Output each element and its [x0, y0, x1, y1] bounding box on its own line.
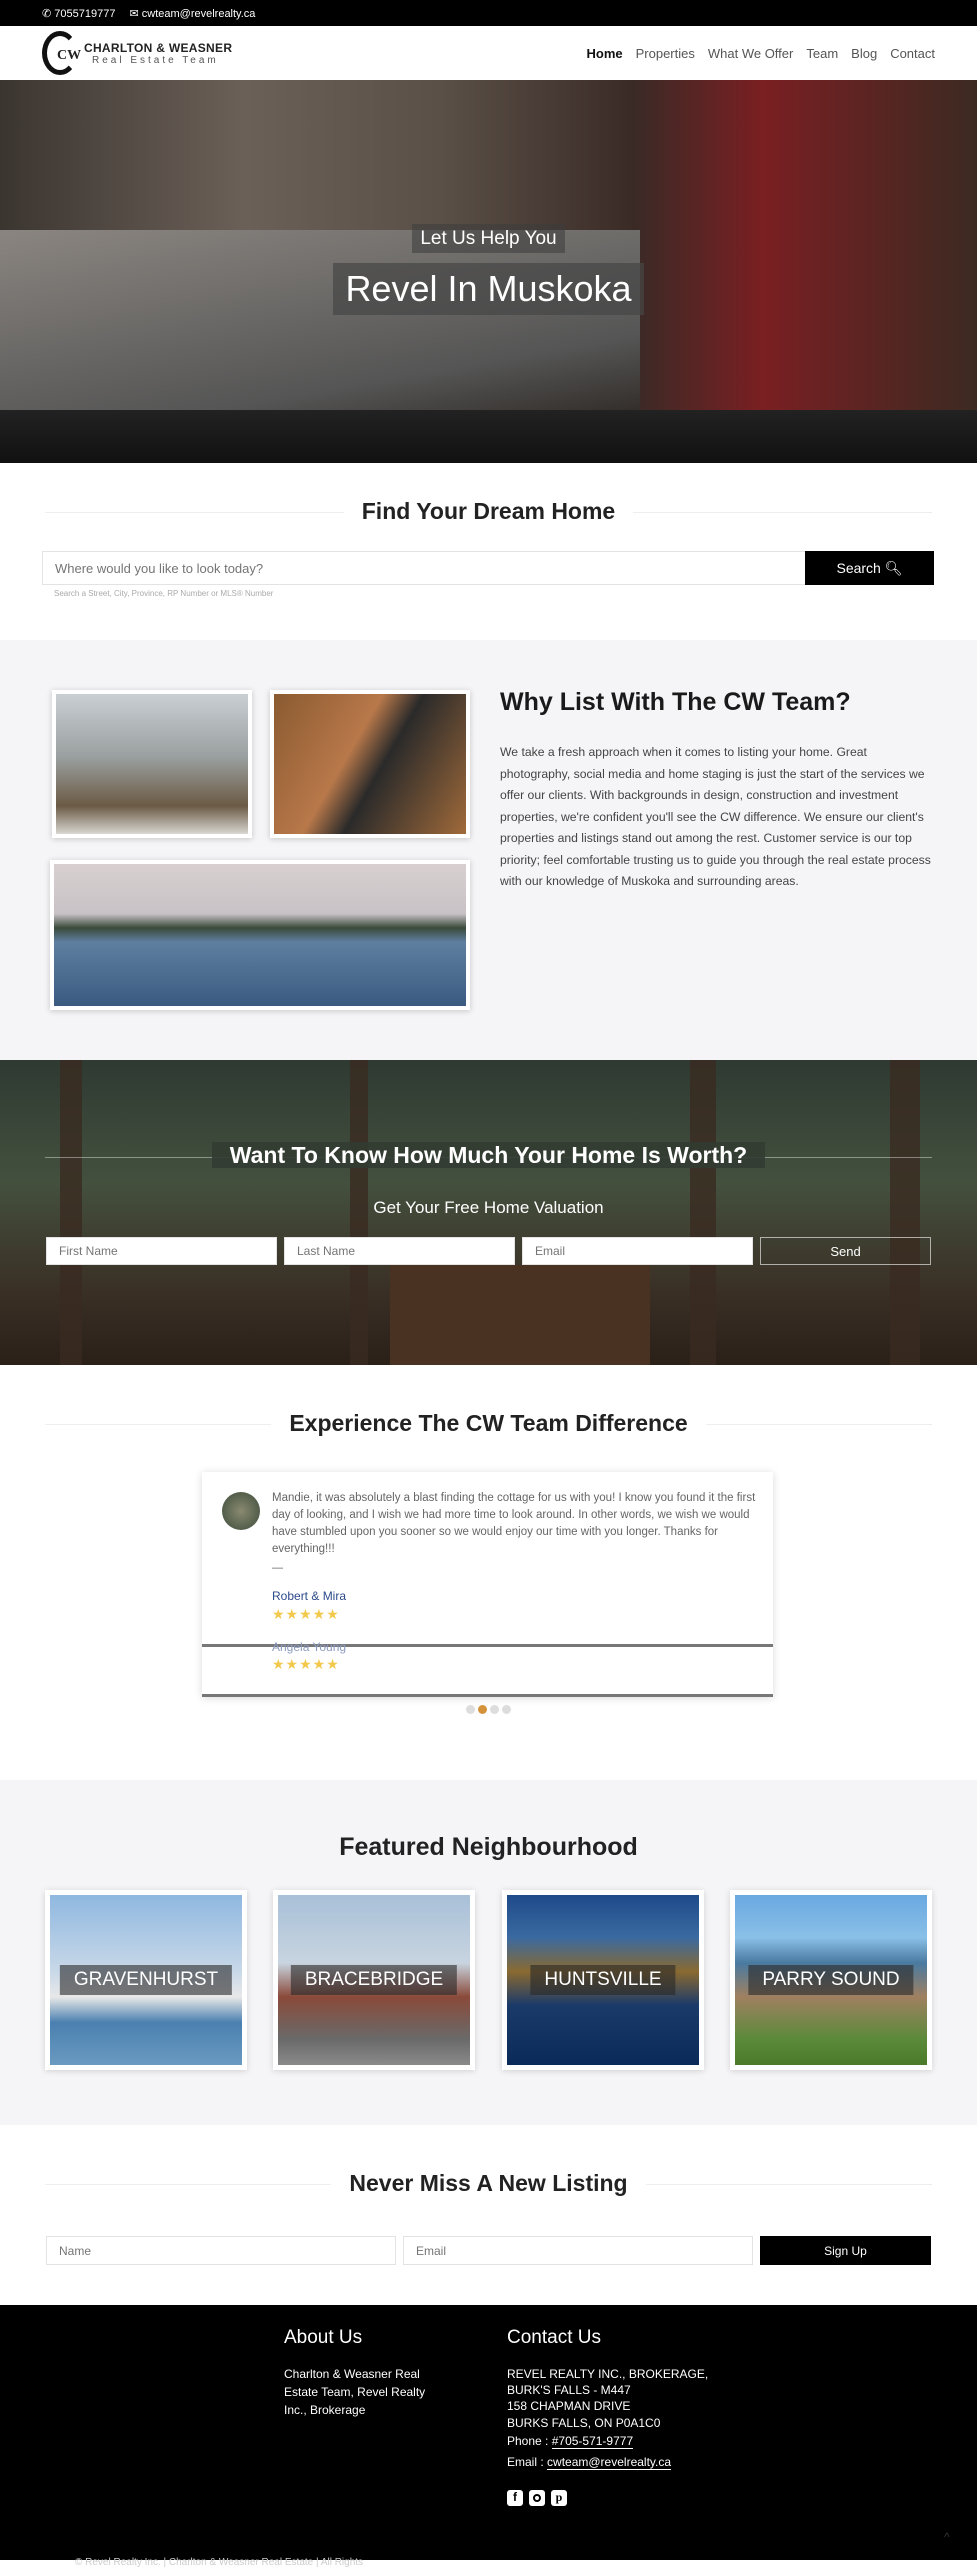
- send-button[interactable]: Send: [760, 1237, 931, 1265]
- hero-image-water: [0, 410, 977, 463]
- email-address[interactable]: cwteam@revelrealty.ca: [142, 8, 256, 20]
- carousel-dot[interactable]: [490, 1705, 499, 1714]
- cabin-decor: [390, 1265, 650, 1365]
- address-line: BURKS FALLS, ON P0A1C0: [507, 2415, 661, 2430]
- hero-banner: Let Us Help You Revel In Muskoka: [0, 80, 977, 463]
- footer: About Us Charlton & Weasner Real Estate …: [0, 2305, 977, 2568]
- nav-team[interactable]: Team: [806, 46, 838, 61]
- neighbourhood-card-bracebridge[interactable]: BRACEBRIDGE: [273, 1890, 475, 2070]
- testimonial-quote: Mandie, it was absolutely a blast findin…: [272, 1492, 756, 1555]
- hero-image-dock: [0, 230, 640, 430]
- neighbourhood-label: HUNTSVILLE: [530, 1965, 676, 1995]
- first-name-input[interactable]: [46, 1237, 277, 1265]
- logo-tagline: Real Estate Team: [92, 54, 219, 66]
- hero-subtitle: Let Us Help You: [412, 224, 565, 253]
- top-bar: ✆ 7055719777 ✉ cwteam@revelrealty.ca: [0, 0, 977, 26]
- search-hint: Search a Street, City, Province, RP Numb…: [54, 589, 274, 598]
- why-title: Why List With The CW Team?: [500, 688, 851, 716]
- nav-what-we-offer[interactable]: What We Offer: [708, 46, 794, 61]
- carousel-dot-active[interactable]: [478, 1705, 487, 1714]
- neighbourhood-card-gravenhurst[interactable]: GRAVENHURST: [45, 1890, 247, 2070]
- camera-photo: [270, 690, 470, 838]
- slide-divider: [202, 1694, 773, 1697]
- address-line: BURK'S FALLS - M447: [507, 2383, 631, 2398]
- why-body: We take a fresh approach when it comes t…: [500, 745, 931, 888]
- testimonial-card: Mandie, it was absolutely a blast findin…: [202, 1472, 773, 1697]
- testimonial-author: Robert & Mira: [272, 1589, 347, 1603]
- search-input[interactable]: [42, 551, 806, 585]
- drone-photo: [50, 860, 470, 1010]
- about-title: About Us: [284, 2327, 363, 2348]
- newsletter-email-input[interactable]: [403, 2236, 753, 2265]
- valuation-title: Want To Know How Much Your Home Is Worth…: [211, 1142, 766, 1168]
- valuation-subtitle: Get Your Free Home Valuation: [373, 1198, 604, 1217]
- hero-title: Revel In Muskoka: [333, 263, 644, 315]
- neighbourhood-card-huntsville[interactable]: HUNTSVILLE: [502, 1890, 704, 2070]
- neighbourhood-label: BRACEBRIDGE: [290, 1965, 458, 1995]
- about-text: Charlton & Weasner Real Estate Team, Rev…: [284, 2367, 426, 2417]
- facebook-icon[interactable]: f: [507, 2490, 523, 2506]
- email-label: Email :: [507, 2455, 544, 2469]
- main-nav: CW CHARLTON & WEASNER Real Estate Team Ho…: [0, 26, 977, 80]
- carousel-dot[interactable]: [466, 1705, 475, 1714]
- reviewer-avatar: [222, 1492, 260, 1530]
- newsletter-name-input[interactable]: [46, 2236, 396, 2265]
- address-line: 158 CHAPMAN DRIVE: [507, 2399, 631, 2414]
- phone-label: Phone :: [507, 2434, 549, 2448]
- sign-up-button[interactable]: Sign Up: [760, 2236, 931, 2265]
- logo[interactable]: CW CHARLTON & WEASNER Real Estate Team: [42, 31, 232, 75]
- nav-contact[interactable]: Contact: [890, 46, 935, 61]
- testimonials-title-text: Experience The CW Team Difference: [271, 1410, 706, 1436]
- neighbourhood-card-parry-sound[interactable]: PARRY SOUND: [730, 1890, 932, 2070]
- search-title-text: Find Your Dream Home: [343, 498, 634, 524]
- footer-email-link[interactable]: cwteam@revelrealty.ca: [547, 2455, 672, 2470]
- interior-photo: [52, 690, 252, 838]
- neighbourhood-label: PARRY SOUND: [748, 1965, 914, 1995]
- quote-dash: —: [272, 1562, 283, 1574]
- envelope-icon: ✉: [129, 7, 139, 20]
- carousel-dots: [466, 1705, 511, 1714]
- address-line: REVEL REALTY INC., BROKERAGE,: [507, 2367, 709, 2381]
- search-title: Find Your Dream Home: [45, 498, 932, 525]
- valuation-section: Want To Know How Much Your Home Is Worth…: [0, 1060, 977, 1365]
- why-list-section: Why List With The CW Team? We take a fre…: [0, 640, 977, 1060]
- contact-title: Contact Us: [507, 2327, 601, 2348]
- testimonial-author: Angela Young: [272, 1640, 347, 1654]
- phone-icon: ✆: [42, 7, 52, 20]
- scroll-top-button[interactable]: ^: [944, 2530, 950, 2544]
- search-button-label: Search: [836, 560, 881, 576]
- phone-number[interactable]: 7055719777: [54, 8, 115, 20]
- search-icon: 🔍︎: [884, 559, 903, 576]
- rating-stars: ★★★★★: [272, 1606, 340, 1622]
- logo-mark: CW: [42, 31, 82, 75]
- last-name-input[interactable]: [284, 1237, 515, 1265]
- search-button[interactable]: Search 🔍︎: [805, 551, 934, 585]
- email-contact[interactable]: ✉ cwteam@revelrealty.ca: [129, 7, 255, 20]
- phone-contact[interactable]: ✆ 7055719777: [42, 7, 115, 20]
- logo-name: CHARLTON & WEASNER: [84, 40, 233, 55]
- nav-menu: Home Properties What We Offer Team Blog …: [586, 46, 935, 61]
- newsletter-title-text: Never Miss A New Listing: [331, 2170, 646, 2196]
- nav-properties[interactable]: Properties: [636, 46, 695, 61]
- valuation-email-input[interactable]: [522, 1237, 753, 1265]
- footer-phone-link[interactable]: #705-571-9777: [551, 2434, 634, 2449]
- rating-stars: ★★★★★: [272, 1656, 340, 1672]
- nav-home[interactable]: Home: [586, 46, 622, 61]
- logo-mark-text: CW: [57, 48, 82, 63]
- nav-blog[interactable]: Blog: [851, 46, 877, 61]
- copyright: © Revel Realty Inc. | Charlton & Weasner…: [75, 2557, 364, 2568]
- newsletter-title: Never Miss A New Listing: [45, 2170, 932, 2197]
- featured-title: Featured Neighbourhood: [339, 1833, 638, 1861]
- instagram-icon[interactable]: [529, 2490, 545, 2506]
- pinterest-icon[interactable]: p: [551, 2490, 567, 2506]
- carousel-dot[interactable]: [502, 1705, 511, 1714]
- neighbourhood-label: GRAVENHURST: [59, 1965, 233, 1995]
- testimonials-title: Experience The CW Team Difference: [45, 1410, 932, 1437]
